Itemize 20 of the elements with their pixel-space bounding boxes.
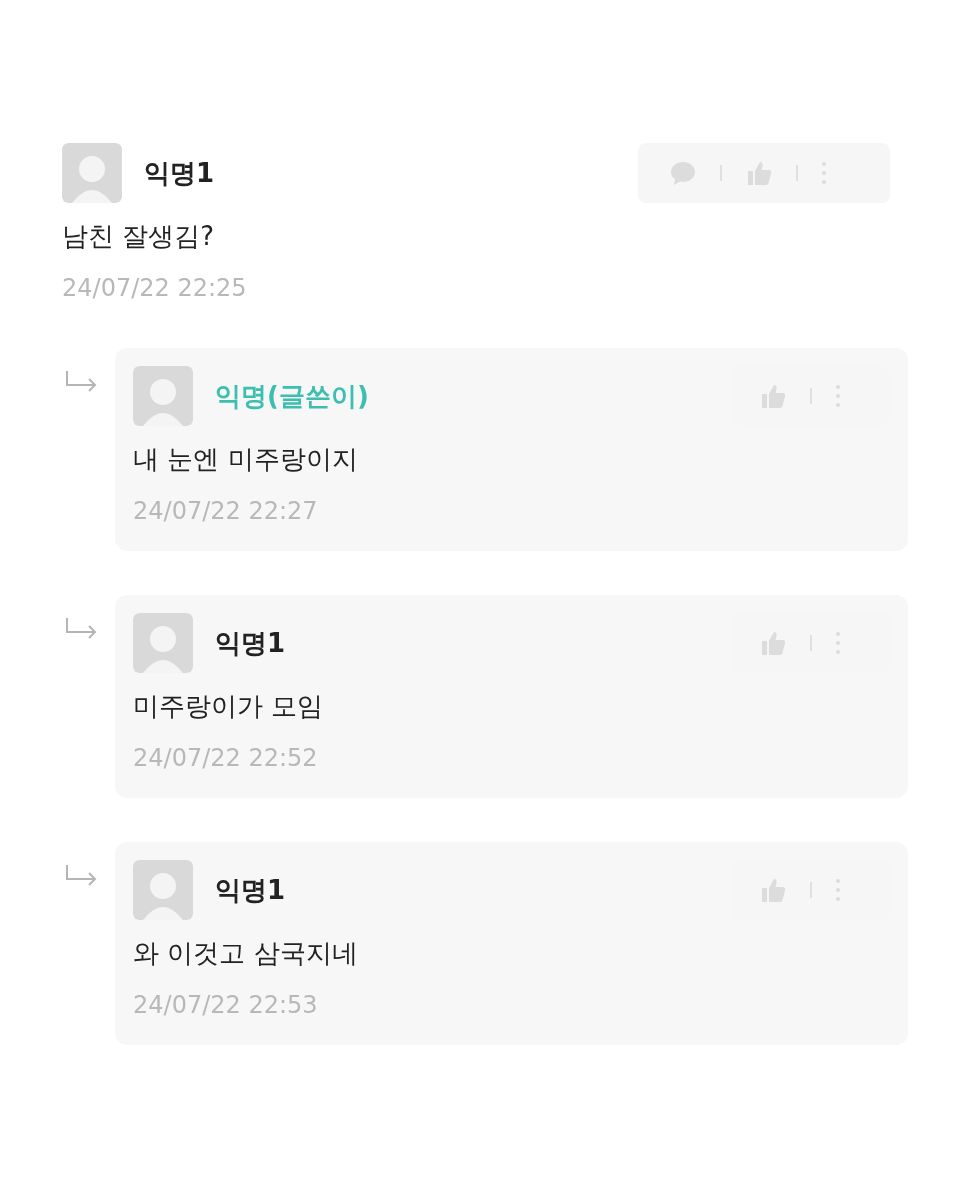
comment-text: 남친 잘생김? [62,220,216,253]
more-icon[interactable] [834,382,842,410]
comment-text: 내 눈엔 미주랑이지 [133,443,359,476]
author-name: 익명(글쓴이) [215,379,369,413]
avatar-icon [133,613,193,673]
avatar-icon [133,860,193,920]
comment-date: 24/07/22 22:53 [133,990,319,1021]
more-icon[interactable] [820,159,828,187]
more-icon[interactable] [834,629,842,657]
author-name: 익명1 [144,156,215,190]
avatar-icon [133,366,193,426]
comment-text: 미주랑이가 모임 [133,690,325,723]
comment-date: 24/07/22 22:27 [133,496,319,527]
comment-date: 24/07/22 22:52 [133,743,319,774]
author-name: 익명1 [215,626,286,660]
avatar-icon [62,143,122,203]
comment-text: 와 이것고 삼국지네 [133,937,359,970]
author-name: 익명1 [215,873,286,907]
comment-date: 24/07/22 22:25 [62,273,248,304]
more-icon[interactable] [834,876,842,904]
